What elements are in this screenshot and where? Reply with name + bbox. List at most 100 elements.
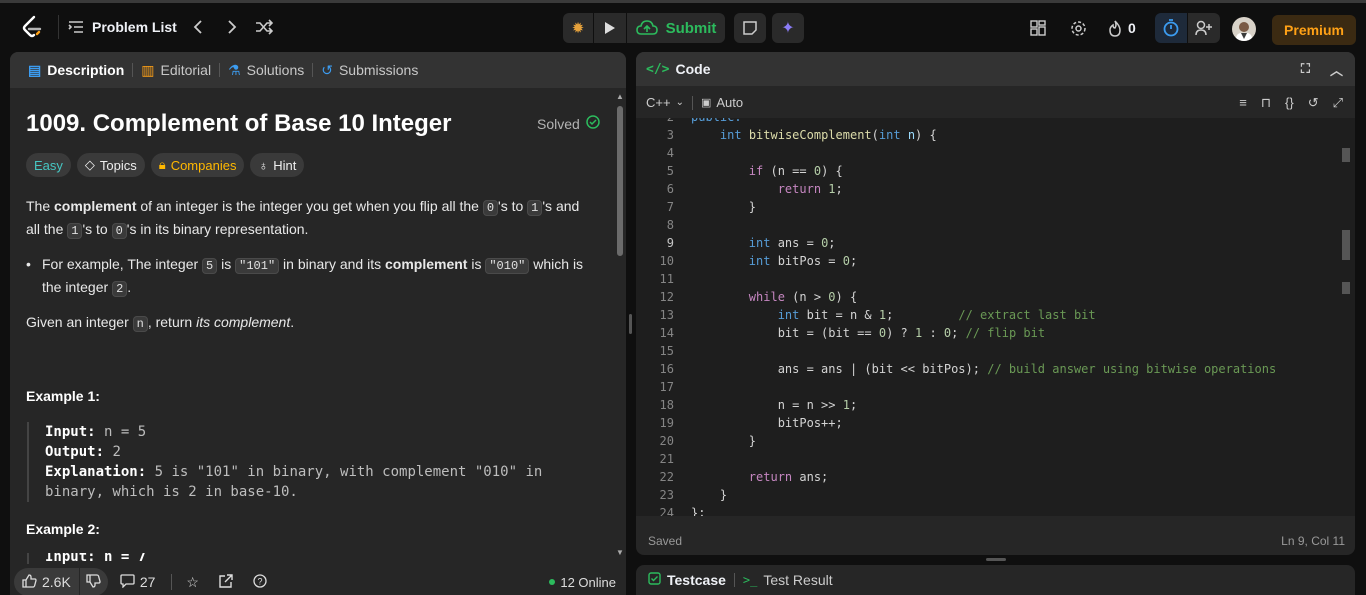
editor-status-bar: Saved Ln 9, Col 11 (636, 530, 1355, 554)
code-line[interactable]: n = n >> 1; (691, 398, 858, 412)
avatar[interactable] (1232, 17, 1256, 41)
testcase-tab[interactable]: Testcase (648, 572, 726, 588)
add-collaborator-button[interactable] (1188, 13, 1220, 43)
line-number: 6 (666, 182, 674, 196)
thumbs-up-icon (22, 573, 37, 591)
auto-mode-button[interactable]: ▣ Auto (701, 95, 743, 110)
collapse-chevron-icon[interactable]: ︿ (1330, 60, 1343, 79)
example-1-block: Input: n = 5 Output: 2 Explanation: 5 is… (27, 422, 587, 502)
companies-button[interactable]: 🔒︎ Companies (150, 153, 245, 177)
settings-gear-icon[interactable] (1069, 19, 1087, 37)
notes-button[interactable] (734, 13, 766, 43)
text: 's to (82, 221, 112, 237)
shuffle-icon[interactable] (253, 17, 275, 37)
code-line[interactable]: int ans = 0; (691, 236, 836, 250)
code-editor[interactable]: 2 public: 3 int bitwiseComplement(int n) {… (636, 118, 1355, 516)
premium-button[interactable]: Premium (1272, 15, 1356, 45)
scrollbar-thumb[interactable] (617, 106, 623, 256)
expand-icon[interactable]: ⤢ (1333, 95, 1343, 111)
code-line[interactable]: if (n == 0) { (691, 164, 843, 178)
braces-icon[interactable]: {} (1285, 95, 1294, 111)
code-line[interactable]: }; (691, 506, 705, 516)
companies-label: Companies (170, 157, 237, 173)
ai-assist-button[interactable]: ✦ (772, 13, 804, 43)
text: the integer (42, 279, 113, 295)
topics-button[interactable]: ◇ Topics (76, 153, 145, 177)
submit-button[interactable]: Submit (627, 13, 725, 43)
topics-label: Topics (99, 157, 137, 173)
prev-problem-button[interactable] (188, 17, 208, 37)
comments-button[interactable]: 27 (120, 573, 155, 591)
code-line[interactable]: } (691, 200, 756, 214)
divider (132, 63, 134, 77)
bullet-dot: • (26, 256, 31, 272)
divider (171, 574, 173, 590)
format-icon[interactable]: ≡ (1239, 95, 1247, 111)
line-number: 20 (659, 434, 674, 448)
code-line[interactable]: bitPos++; (691, 416, 843, 430)
example-bullet: • For example, The integer 5 is "101" in… (26, 254, 591, 300)
description-footer: 2.6K 27 ☆ ? 12 Online (10, 564, 626, 595)
testcase-label: Testcase (667, 572, 726, 588)
inline-code: "101" (235, 258, 280, 274)
editor-scrollbar-thumb-2[interactable] (1342, 230, 1350, 260)
code-line[interactable]: int bitPos = 0; (691, 254, 857, 268)
text: which is (529, 256, 584, 272)
share-icon[interactable] (219, 573, 233, 591)
dislike-button[interactable] (79, 568, 108, 595)
panel-resize-handle[interactable] (629, 314, 632, 334)
code-title: Code (675, 61, 711, 77)
hint-button[interactable]: ♁ Hint (250, 153, 305, 177)
debug-button[interactable]: ✹ (563, 13, 593, 43)
leetcode-logo[interactable] (20, 15, 44, 39)
checkbox-icon (648, 572, 661, 588)
editor-scrollbar-thumb[interactable] (1342, 148, 1350, 162)
divider (58, 15, 59, 39)
line-number: 3 (666, 128, 674, 142)
code-line[interactable]: while (n > 0) { (691, 290, 857, 304)
fullscreen-icon[interactable]: ⛶ (1301, 61, 1310, 77)
problem-list-button[interactable]: Problem List (68, 15, 177, 39)
code-line[interactable]: public: (691, 118, 742, 124)
cloud-upload-icon (635, 20, 658, 36)
streak-counter[interactable]: 0 (1108, 18, 1136, 38)
tab-submissions-label: Submissions (338, 62, 419, 78)
code-line[interactable]: int bit = n & 1; // extract last bit (691, 308, 1096, 322)
line-number: 7 (666, 200, 674, 214)
test-result-tab[interactable]: >_ Test Result (743, 572, 833, 588)
like-button[interactable]: 2.6K (14, 568, 79, 595)
code-line[interactable]: return 1; (691, 182, 843, 196)
solved-status: Solved (537, 115, 600, 132)
code-line[interactable]: return ans; (691, 470, 828, 484)
vertical-resize-handle[interactable] (986, 558, 1006, 561)
code-line[interactable]: ans = ans | (bit << bitPos); // build an… (691, 362, 1277, 376)
code-line[interactable]: } (691, 488, 727, 502)
tab-submissions[interactable]: ↺ Submissions (315, 52, 424, 88)
input-value: n = 5 (95, 424, 147, 440)
scroll-up-arrow[interactable]: ▲ (616, 92, 624, 101)
scrollbar[interactable]: ▲ ▼ (614, 92, 626, 562)
line-number: 5 (666, 164, 674, 178)
next-problem-button[interactable] (222, 17, 242, 37)
run-button[interactable] (594, 13, 626, 43)
text: all the (26, 221, 68, 237)
help-icon[interactable]: ? (253, 573, 267, 591)
inline-code: "010" (485, 258, 530, 274)
layout-icon[interactable] (1029, 19, 1047, 37)
explanation-text-cont: binary, which is 2 in base-10. (45, 484, 298, 500)
mode-label: Auto (716, 95, 744, 110)
text: The (26, 198, 55, 214)
reset-icon[interactable]: ↺ (1308, 95, 1319, 111)
timer-button[interactable] (1155, 13, 1187, 43)
tab-description[interactable]: ▤ Description (22, 52, 130, 88)
code-line[interactable]: bit = (bit == 0) ? 1 : 0; // flip bit (691, 326, 1045, 340)
star-icon[interactable]: ☆ (186, 574, 199, 591)
code-line[interactable]: int bitwiseComplement(int n) { (691, 128, 937, 142)
tab-solutions[interactable]: ⚗ Solutions (222, 52, 310, 88)
scroll-down-arrow[interactable]: ▼ (616, 548, 624, 557)
code-line[interactable]: } (691, 434, 756, 448)
bookmark-icon[interactable]: ⊓ (1261, 95, 1271, 111)
line-number: 14 (659, 326, 674, 340)
language-select[interactable]: C++ ⌄ (646, 95, 684, 110)
tab-editorial[interactable]: ▥ Editorial (135, 52, 217, 88)
